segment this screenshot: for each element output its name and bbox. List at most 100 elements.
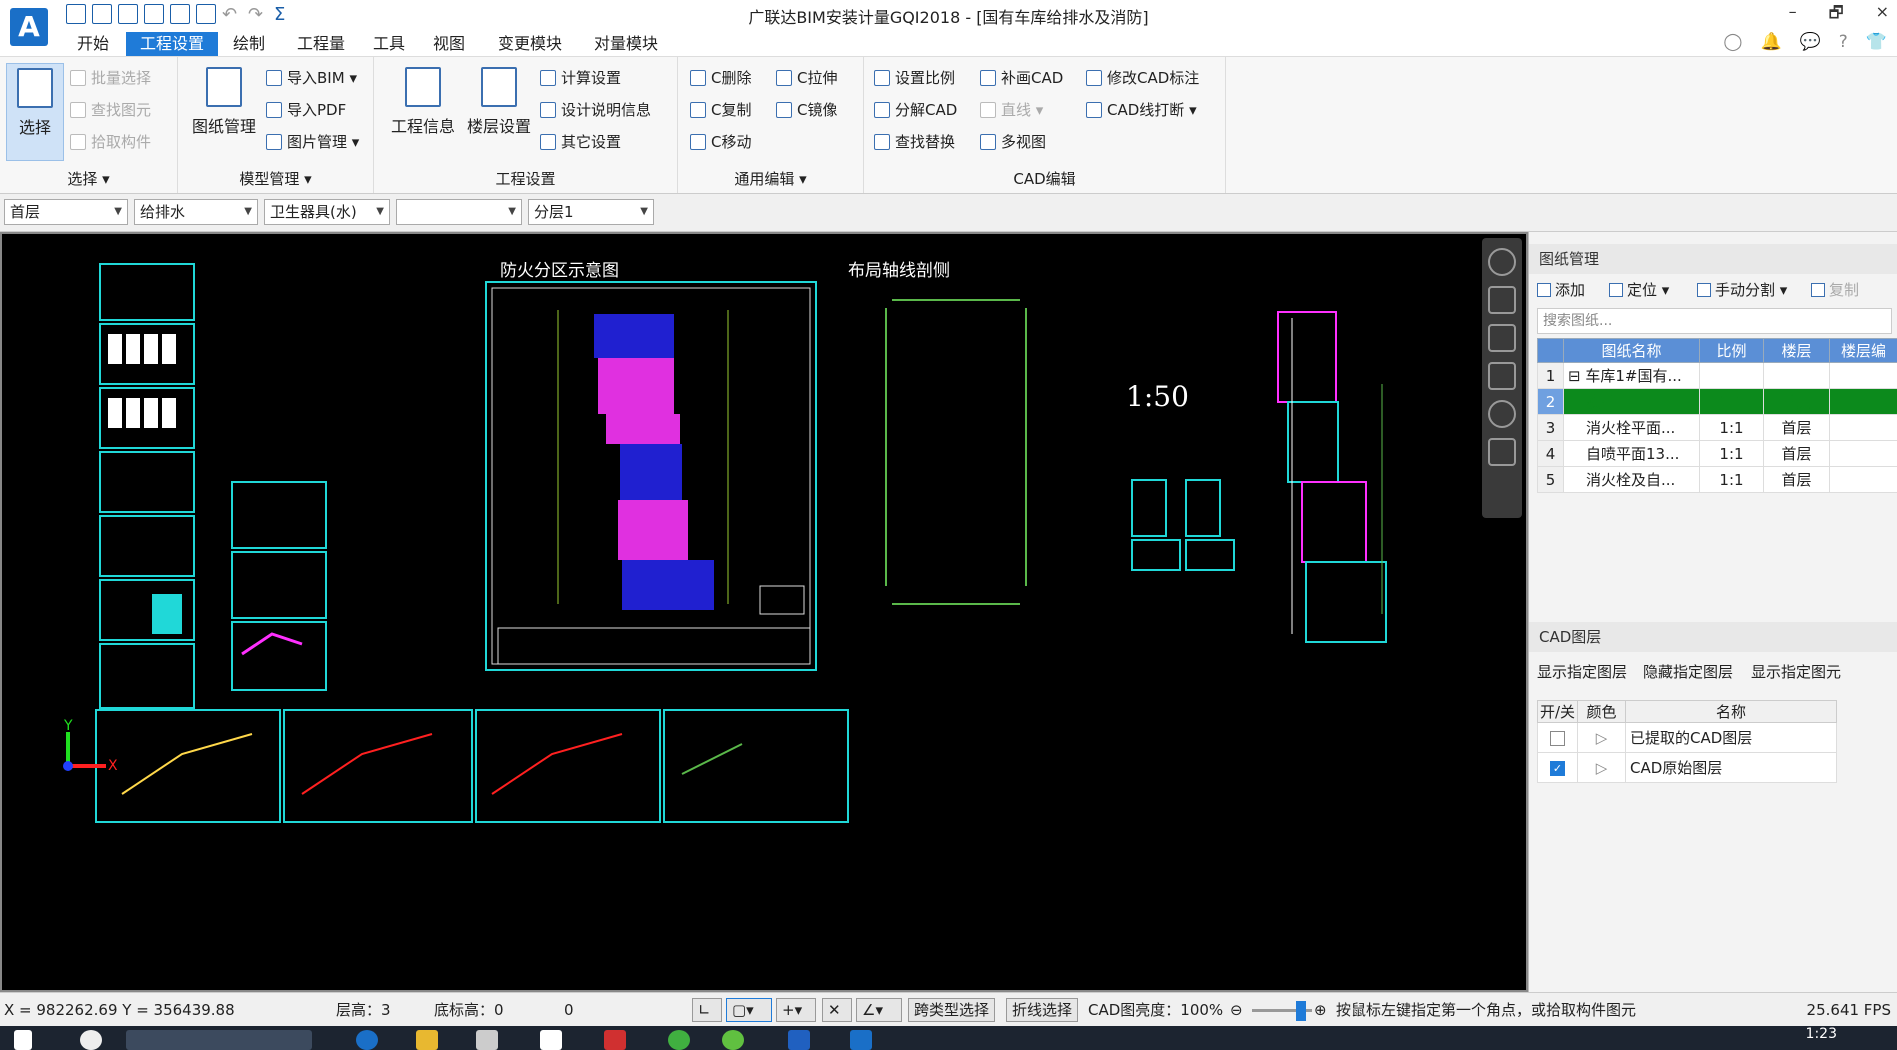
tab-draw[interactable]: 绘制 bbox=[226, 32, 272, 56]
manual-split-button[interactable]: 手动分割 ▾ bbox=[1697, 278, 1787, 302]
group-label-select[interactable]: 选择 ▾ bbox=[0, 168, 177, 189]
layer-checkbox-original[interactable]: ✓ bbox=[1550, 760, 1565, 776]
polyline-select-button[interactable]: 折线选择 bbox=[1006, 998, 1079, 1022]
app-icon[interactable] bbox=[540, 1030, 562, 1050]
gqi-app-icon[interactable] bbox=[850, 1030, 872, 1050]
select-mode-icon[interactable]: ▢▾ bbox=[726, 998, 772, 1022]
multi-view-button[interactable]: 多视图 bbox=[980, 129, 1046, 155]
batch-select-button[interactable]: 批量选择 bbox=[70, 65, 151, 91]
table-row[interactable]: 1 ⊟ 车库1#国有... bbox=[1537, 362, 1897, 389]
set-scale-button[interactable]: 设置比例 bbox=[874, 65, 955, 91]
rotate-icon[interactable] bbox=[1488, 400, 1516, 428]
tab-quantity[interactable]: 工程量 bbox=[290, 32, 352, 56]
expand-icon[interactable]: ▷ bbox=[1577, 752, 1626, 783]
taskbar-active-app[interactable] bbox=[126, 1030, 312, 1050]
calc-settings-button[interactable]: 计算设置 bbox=[540, 65, 621, 91]
c-move-button[interactable]: C移动 bbox=[690, 129, 751, 155]
chat-app-icon[interactable] bbox=[668, 1030, 690, 1050]
select-button[interactable]: 选择 bbox=[6, 63, 64, 161]
design-notes-button[interactable]: 设计说明信息 bbox=[540, 97, 651, 123]
restore-button[interactable]: 🗗 bbox=[1829, 2, 1844, 29]
component-dropdown[interactable]: ▼ bbox=[396, 199, 522, 225]
view-2d-icon[interactable] bbox=[1488, 324, 1516, 352]
col-drawing-name[interactable]: 图纸名称 bbox=[1563, 338, 1700, 363]
bell-icon[interactable]: 🔔 bbox=[1760, 32, 1781, 52]
brightness-increase-icon[interactable]: ⊕ bbox=[1314, 993, 1327, 1027]
brightness-decrease-icon[interactable]: ⊖ bbox=[1230, 993, 1243, 1027]
messenger-icon[interactable] bbox=[722, 1030, 744, 1050]
search-icon[interactable] bbox=[80, 1030, 102, 1050]
drawing-manage-button[interactable]: 图纸管理 bbox=[188, 63, 260, 137]
drawing-search-input[interactable]: 搜索图纸... bbox=[1537, 308, 1892, 334]
discipline-dropdown[interactable]: 给排水 ▼ bbox=[134, 199, 258, 225]
explode-cad-button[interactable]: 分解CAD bbox=[874, 97, 957, 123]
group-label-edit[interactable]: 通用编辑 ▾ bbox=[678, 168, 863, 189]
minimize-button[interactable]: – bbox=[1789, 2, 1797, 29]
view-3d-icon[interactable] bbox=[1488, 286, 1516, 314]
import-pdf-button[interactable]: 导入PDF bbox=[266, 97, 346, 123]
expand-icon[interactable]: ▷ bbox=[1577, 722, 1626, 753]
help-icon[interactable]: ? bbox=[1839, 32, 1848, 52]
redraw-cad-button[interactable]: 补画CAD bbox=[980, 65, 1063, 91]
folder-icon[interactable] bbox=[416, 1030, 438, 1050]
group-label-model[interactable]: 模型管理 ▾ bbox=[178, 168, 373, 189]
table-row-selected[interactable]: 2 模型 1:1 首层 bbox=[1537, 388, 1897, 415]
hide-layer-button[interactable]: 隐藏指定图层 bbox=[1643, 660, 1733, 684]
snap-icon[interactable]: +▾ bbox=[776, 998, 816, 1022]
angle-icon[interactable]: ∠▾ bbox=[856, 998, 902, 1022]
floor-dropdown[interactable]: 首层 ▼ bbox=[4, 199, 128, 225]
cad-break-line-button[interactable]: CAD线打断 ▾ bbox=[1086, 97, 1197, 123]
browser-icon[interactable] bbox=[356, 1030, 378, 1050]
cross-icon[interactable]: ✕ bbox=[822, 998, 852, 1022]
pick-component-button[interactable]: 拾取构件 bbox=[70, 129, 151, 155]
cross-type-select-button[interactable]: 跨类型选择 bbox=[908, 998, 996, 1022]
other-settings-button[interactable]: 其它设置 bbox=[540, 129, 621, 155]
find-replace-button[interactable]: 查找替换 bbox=[874, 129, 955, 155]
brightness-slider-handle[interactable] bbox=[1296, 1001, 1306, 1021]
table-row[interactable]: 4 自喷平面13... 1:1 首层 bbox=[1537, 440, 1897, 467]
ortho-icon[interactable]: ∟ bbox=[692, 998, 722, 1022]
col-floor[interactable]: 楼层 bbox=[1763, 338, 1830, 363]
tab-project-settings[interactable]: 工程设置 bbox=[126, 32, 218, 56]
project-info-button[interactable]: 工程信息 bbox=[388, 63, 458, 137]
show-layer-button[interactable]: 显示指定图层 bbox=[1537, 660, 1627, 684]
user-icon[interactable]: ◯ bbox=[1723, 32, 1742, 52]
tool-icon[interactable] bbox=[788, 1030, 810, 1050]
c-mirror-button[interactable]: C镜像 bbox=[776, 97, 837, 123]
layers-icon[interactable] bbox=[1488, 438, 1516, 466]
import-bim-button[interactable]: 导入BIM ▾ bbox=[266, 65, 357, 91]
store-icon[interactable] bbox=[476, 1030, 498, 1050]
floor-settings-button[interactable]: 楼层设置 bbox=[464, 63, 534, 137]
component-type-dropdown[interactable]: 卫生器具(水) ▼ bbox=[264, 199, 390, 225]
c-copy-button[interactable]: C复制 bbox=[690, 97, 751, 123]
tab-view[interactable]: 视图 bbox=[428, 32, 470, 56]
close-button[interactable]: × bbox=[1876, 2, 1889, 29]
c-stretch-button[interactable]: C拉伸 bbox=[776, 65, 837, 91]
tab-tools[interactable]: 工具 bbox=[368, 32, 410, 56]
c-delete-button[interactable]: C删除 bbox=[690, 65, 751, 91]
locate-button[interactable]: 定位 ▾ bbox=[1609, 278, 1669, 302]
windows-start-icon[interactable] bbox=[14, 1030, 32, 1050]
show-element-button[interactable]: 显示指定图元 bbox=[1751, 660, 1841, 684]
edit-cad-label-button[interactable]: 修改CAD标注 bbox=[1086, 65, 1199, 91]
add-drawing-button[interactable]: 添加 bbox=[1537, 278, 1585, 302]
find-element-button[interactable]: 查找图元 bbox=[70, 97, 151, 123]
table-row[interactable]: 3 消火栓平面... 1:1 首层 bbox=[1537, 414, 1897, 441]
col-floor-code[interactable]: 楼层编 bbox=[1829, 338, 1897, 363]
tab-compare-module[interactable]: 对量模块 bbox=[586, 32, 666, 56]
shirt-icon[interactable]: 👕 bbox=[1866, 32, 1887, 52]
media-icon[interactable] bbox=[604, 1030, 626, 1050]
orbit-icon[interactable] bbox=[1488, 248, 1516, 276]
list-item[interactable]: ✓ ▷ CAD原始图层 bbox=[1537, 752, 1837, 783]
table-row[interactable]: 5 消火栓及自... 1:1 首层 bbox=[1537, 466, 1897, 493]
line-button[interactable]: 直线 ▾ bbox=[980, 97, 1043, 123]
layer-checkbox-extracted[interactable] bbox=[1550, 730, 1565, 746]
col-scale[interactable]: 比例 bbox=[1699, 338, 1764, 363]
image-manage-button[interactable]: 图片管理 ▾ bbox=[266, 129, 359, 155]
sublayer-dropdown[interactable]: 分层1 ▼ bbox=[528, 199, 654, 225]
chat-icon[interactable]: 💬 bbox=[1800, 32, 1821, 52]
cad-canvas[interactable]: 防火分区示意图 布局轴线剖侧 1:50 Y X bbox=[0, 232, 1528, 992]
list-item[interactable]: ▷ 已提取的CAD图层 bbox=[1537, 722, 1837, 753]
tab-change-module[interactable]: 变更模块 bbox=[490, 32, 570, 56]
view-cube-icon[interactable] bbox=[1488, 362, 1516, 390]
